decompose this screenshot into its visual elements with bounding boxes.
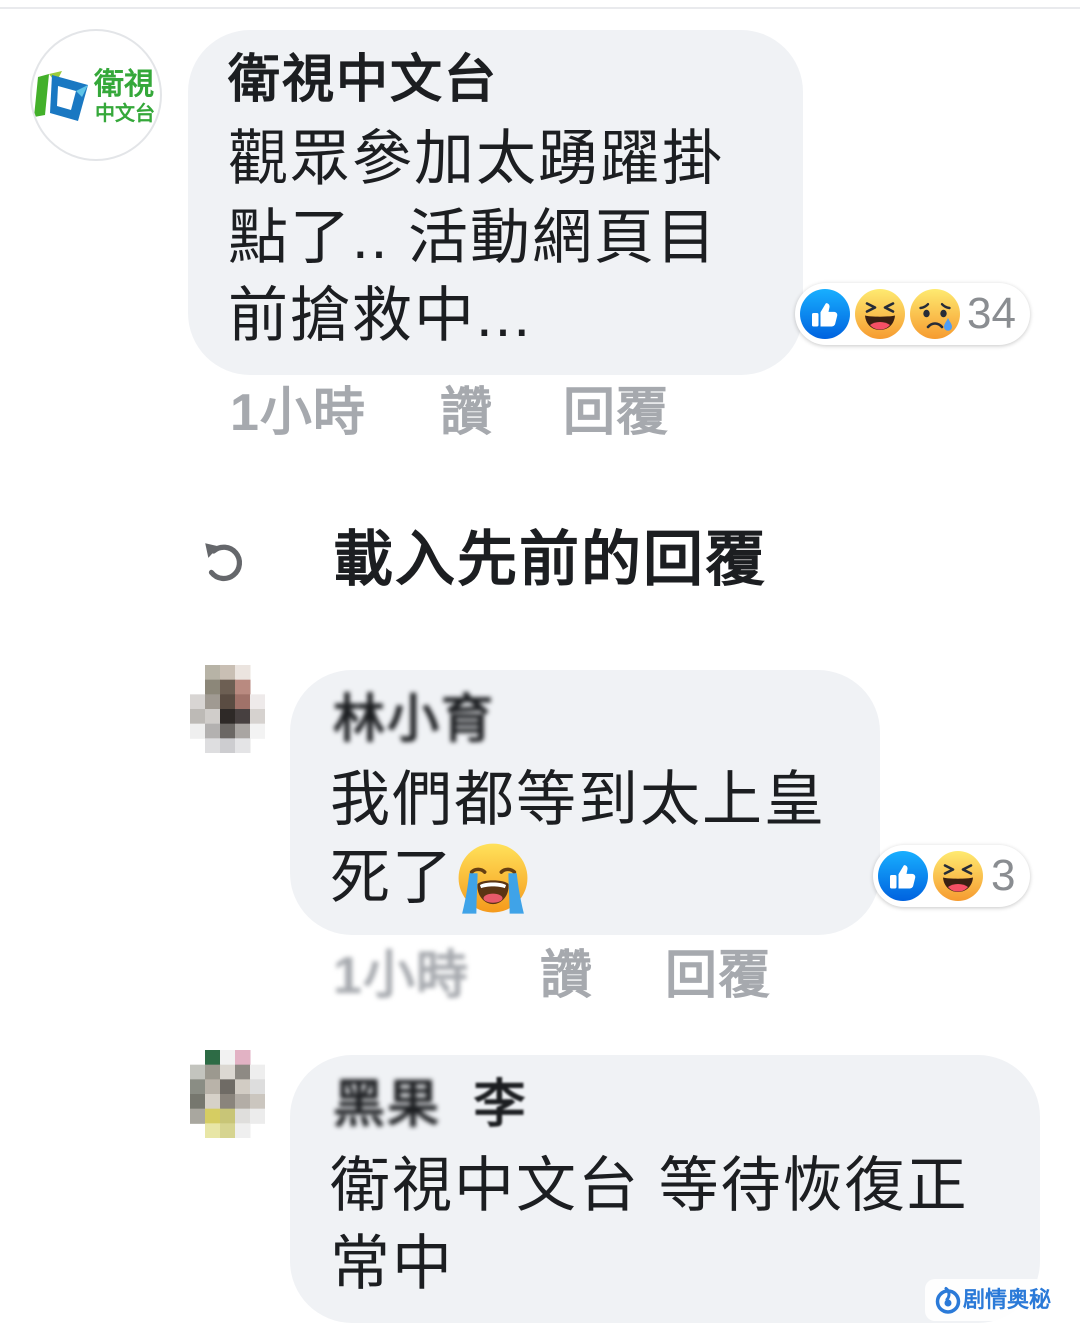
avatar-pixel <box>220 1123 236 1138</box>
reload-icon <box>205 543 243 582</box>
avatar-pixel <box>220 1079 236 1095</box>
watermark-text: 剧情奥秘 <box>963 1287 1052 1312</box>
avatar-pixel <box>220 1064 236 1080</box>
avatar-pixel <box>220 694 236 710</box>
avatar-pixel <box>250 1064 265 1080</box>
watermark: 剧情奥秘 <box>925 1279 1058 1321</box>
comment-text-line: 衛視中文台 等待恢復正 <box>330 1152 969 1219</box>
avatar-pixel <box>235 1064 251 1080</box>
haha-icon <box>852 286 908 342</box>
haha-icon <box>930 848 986 904</box>
comment-author[interactable]: 衛視中文台 <box>228 50 498 110</box>
sad-icon <box>907 286 963 342</box>
logo-text-line1: 衛視 <box>93 68 154 101</box>
comment-text-line: 我們都等到太上皇 <box>330 766 826 833</box>
reaction-summary[interactable]: 34 <box>795 283 1030 345</box>
avatar[interactable] <box>190 665 265 753</box>
reply-button[interactable]: 回覆 <box>563 383 669 443</box>
logo-text-line2: 中文台 <box>95 101 155 125</box>
avatar-pixel <box>205 1094 221 1110</box>
comment-bubble: 衛視中文台 觀眾參加太踴躍掛 點了.. 活動網頁目 前搶救中... <box>188 30 803 375</box>
like-icon <box>797 286 853 342</box>
avatar-pixel <box>190 723 206 739</box>
avatar-pixel <box>205 679 221 695</box>
reaction-count: 34 <box>967 289 1016 338</box>
reaction-summary[interactable]: 3 <box>873 845 1030 907</box>
avatar-pixel <box>220 1108 236 1124</box>
avatar-pixel <box>190 1108 206 1124</box>
avatar-pixel <box>250 723 265 739</box>
author-name-part: 李 <box>473 1076 528 1134</box>
avatar-pixel <box>205 1123 221 1138</box>
avatar-pixel <box>205 723 221 739</box>
comment-author[interactable]: 黑果 李 <box>333 1075 527 1135</box>
loudly-crying-face-icon <box>458 843 528 914</box>
comment-text-line: 點了.. 活動網頁目 <box>228 204 719 271</box>
avatar-pixel <box>205 1064 221 1080</box>
avatar-pixel <box>220 679 236 695</box>
avatar-pixel <box>190 694 206 710</box>
avatar-pixel <box>220 709 236 725</box>
avatar-pixel <box>220 738 236 753</box>
avatar-pixel <box>205 709 221 725</box>
reply-button[interactable]: 回覆 <box>665 946 771 1006</box>
reaction-count: 3 <box>991 851 1016 900</box>
like-button[interactable]: 讚 <box>540 946 593 1006</box>
avatar-pixel <box>235 679 251 695</box>
avatar-pixel <box>235 723 251 739</box>
avatar-pixel <box>205 665 221 681</box>
avatar-pixel <box>235 1094 251 1110</box>
avatar-pixel <box>205 694 221 710</box>
avatar-pixel <box>250 1108 265 1124</box>
avatar-pixel <box>250 1079 265 1095</box>
avatar-pixel <box>235 1108 251 1124</box>
avatar-pixel <box>250 709 265 725</box>
avatar-pixel <box>235 1050 251 1066</box>
avatar-pixel <box>190 1064 206 1080</box>
avatar-pixel <box>190 1094 206 1110</box>
comment-text-line: 觀眾參加太踴躍掛 <box>228 125 724 192</box>
channel-logo-icon: 衛視 中文台 <box>34 68 155 125</box>
avatar-pixel <box>220 1050 236 1066</box>
like-icon <box>875 848 931 904</box>
avatar-pixel <box>250 1094 265 1110</box>
like-button[interactable]: 讚 <box>440 383 493 443</box>
avatar-pixel <box>205 738 221 753</box>
avatar-pixel <box>205 1050 221 1066</box>
avatar-pixel <box>220 723 236 739</box>
avatar-pixel <box>190 1079 206 1095</box>
comment-timestamp[interactable]: 1小時 <box>230 383 366 443</box>
comment-timestamp[interactable]: 1小時 <box>333 946 469 1006</box>
comment-text-line: 死了 <box>330 844 454 911</box>
avatar-pixel <box>235 1079 251 1095</box>
swirl-logo-icon <box>935 1287 961 1314</box>
avatar-pixel <box>235 738 251 753</box>
avatar-pixel <box>205 1079 221 1095</box>
author-name-part: 黑果 <box>333 1076 442 1134</box>
avatar[interactable] <box>190 1050 265 1138</box>
load-previous-label: 載入先前的回覆 <box>333 526 767 593</box>
comment-text-line: 前搶救中... <box>228 282 533 349</box>
comment-bubble: 林小育 我們都等到太上皇 死了 <box>290 670 880 935</box>
avatar-pixel <box>235 665 251 681</box>
avatar-channel-logo[interactable]: 衛視 中文台 <box>30 29 162 161</box>
load-previous-replies[interactable]: 載入先前的回覆 <box>195 520 795 600</box>
avatar-pixel <box>235 1123 251 1138</box>
avatar-pixel <box>190 709 206 725</box>
avatar-pixel <box>235 694 251 710</box>
avatar-pixel <box>220 1094 236 1110</box>
comment-text-line: 常中 <box>330 1230 454 1297</box>
avatar-pixel <box>205 1108 221 1124</box>
top-divider <box>0 7 1080 9</box>
avatar-pixel <box>235 709 251 725</box>
avatar-pixel <box>220 665 236 681</box>
comment-author[interactable]: 林小育 <box>333 690 495 750</box>
avatar-pixel <box>250 694 265 710</box>
